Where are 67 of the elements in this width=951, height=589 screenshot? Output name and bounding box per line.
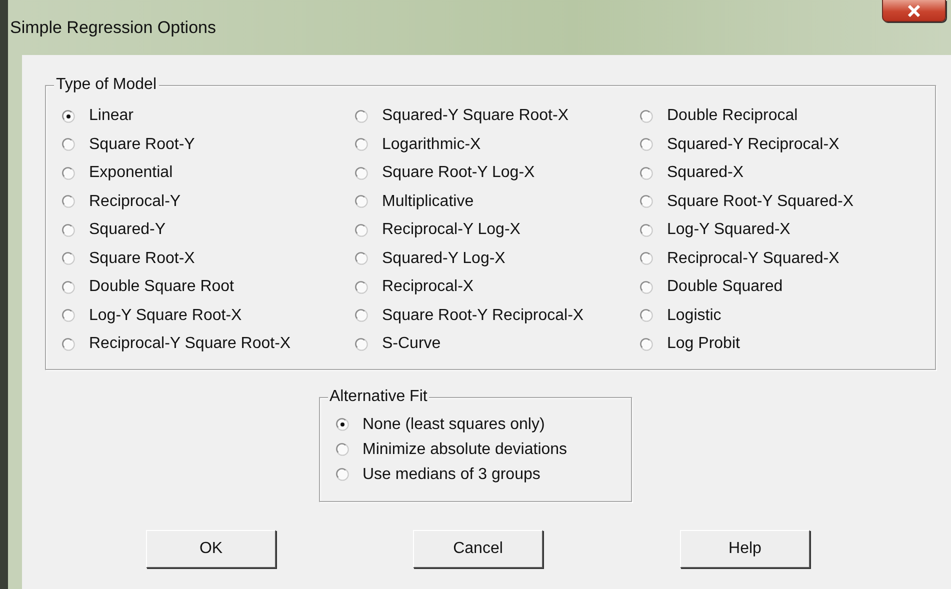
group-title: Type of Model: [54, 76, 158, 94]
radio-label[interactable]: Squared-Y Log-X: [382, 250, 506, 268]
dialog-button[interactable]: Cancel: [413, 530, 543, 568]
radio-label[interactable]: Double Reciprocal: [667, 107, 798, 126]
radio-icon[interactable]: [640, 338, 653, 351]
radio-icon[interactable]: [355, 252, 368, 266]
radio-icon[interactable]: [62, 280, 75, 294]
radio-label[interactable]: Reciprocal-Y Square Root-X: [89, 335, 291, 354]
radio-icon[interactable]: [355, 110, 368, 123]
radio-label[interactable]: Reciprocal-Y Squared-X: [667, 250, 840, 268]
radio-icon[interactable]: [640, 309, 653, 322]
radio-label[interactable]: Use medians of 3 groups: [362, 466, 540, 484]
radio-label[interactable]: Multiplicative: [382, 192, 474, 211]
radio-icon[interactable]: [62, 195, 75, 208]
radio-icon[interactable]: [62, 309, 75, 322]
radio-label[interactable]: Exponential: [89, 164, 173, 182]
close-icon: [907, 4, 921, 16]
radio-icon[interactable]: [355, 195, 368, 208]
radio-icon[interactable]: [640, 224, 653, 237]
radio-label[interactable]: Log Probit: [667, 335, 740, 354]
radio-icon[interactable]: [62, 166, 75, 180]
radio-label[interactable]: Log-Y Square Root-X: [89, 306, 242, 325]
radio-label[interactable]: Squared-Y Reciprocal-X: [667, 136, 840, 154]
radio-icon[interactable]: [640, 280, 653, 294]
radio-selected-icon[interactable]: [62, 110, 75, 123]
dialog-button[interactable]: Help: [680, 530, 810, 568]
radio-label[interactable]: None (least squares only): [362, 416, 545, 434]
radio-icon[interactable]: [640, 138, 653, 152]
radio-icon[interactable]: [355, 338, 368, 351]
radio-label[interactable]: Linear: [89, 107, 134, 126]
radio-icon[interactable]: [62, 252, 75, 266]
radio-icon[interactable]: [62, 138, 75, 152]
radio-label[interactable]: Reciprocal-Y: [89, 192, 181, 211]
radio-icon[interactable]: [336, 468, 348, 481]
radio-label[interactable]: Double Squared: [667, 278, 783, 296]
radio-icon[interactable]: [62, 338, 75, 351]
radio-label[interactable]: Reciprocal-X: [382, 278, 474, 296]
radio-label[interactable]: Square Root-Y Log-X: [382, 164, 535, 182]
radio-icon[interactable]: [640, 110, 653, 123]
radio-icon[interactable]: [640, 166, 653, 180]
radio-label[interactable]: Squared-X: [667, 164, 744, 182]
radio-label[interactable]: Log-Y Squared-X: [667, 221, 790, 240]
radio-icon[interactable]: [640, 195, 653, 208]
radio-selected-icon[interactable]: [336, 418, 348, 431]
dialog-button[interactable]: OK: [146, 530, 276, 568]
close-button[interactable]: [882, 0, 946, 22]
radio-label[interactable]: Square Root-X: [89, 250, 195, 268]
radio-icon[interactable]: [355, 309, 368, 322]
radio-icon[interactable]: [355, 224, 368, 237]
radio-label[interactable]: Square Root-Y: [89, 136, 195, 154]
radio-label[interactable]: Squared-Y Square Root-X: [382, 107, 568, 126]
radio-icon[interactable]: [355, 280, 368, 294]
radio-icon[interactable]: [62, 224, 75, 237]
radio-label[interactable]: Logistic: [667, 306, 722, 325]
radio-label[interactable]: S-Curve: [382, 335, 441, 354]
radio-icon[interactable]: [640, 252, 653, 266]
radio-label[interactable]: Square Root-Y Squared-X: [667, 192, 854, 211]
radio-label[interactable]: Logarithmic-X: [382, 136, 481, 154]
radio-label[interactable]: Minimize absolute deviations: [362, 440, 568, 458]
radio-label[interactable]: Square Root-Y Reciprocal-X: [382, 306, 584, 325]
radio-label[interactable]: Reciprocal-Y Log-X: [382, 221, 520, 240]
window-title: Simple Regression Options: [10, 18, 216, 38]
radio-label[interactable]: Double Square Root: [89, 278, 234, 296]
radio-icon[interactable]: [336, 443, 348, 456]
radio-label[interactable]: Squared-Y: [89, 221, 166, 240]
radio-icon[interactable]: [355, 138, 368, 152]
radio-icon[interactable]: [355, 166, 368, 180]
